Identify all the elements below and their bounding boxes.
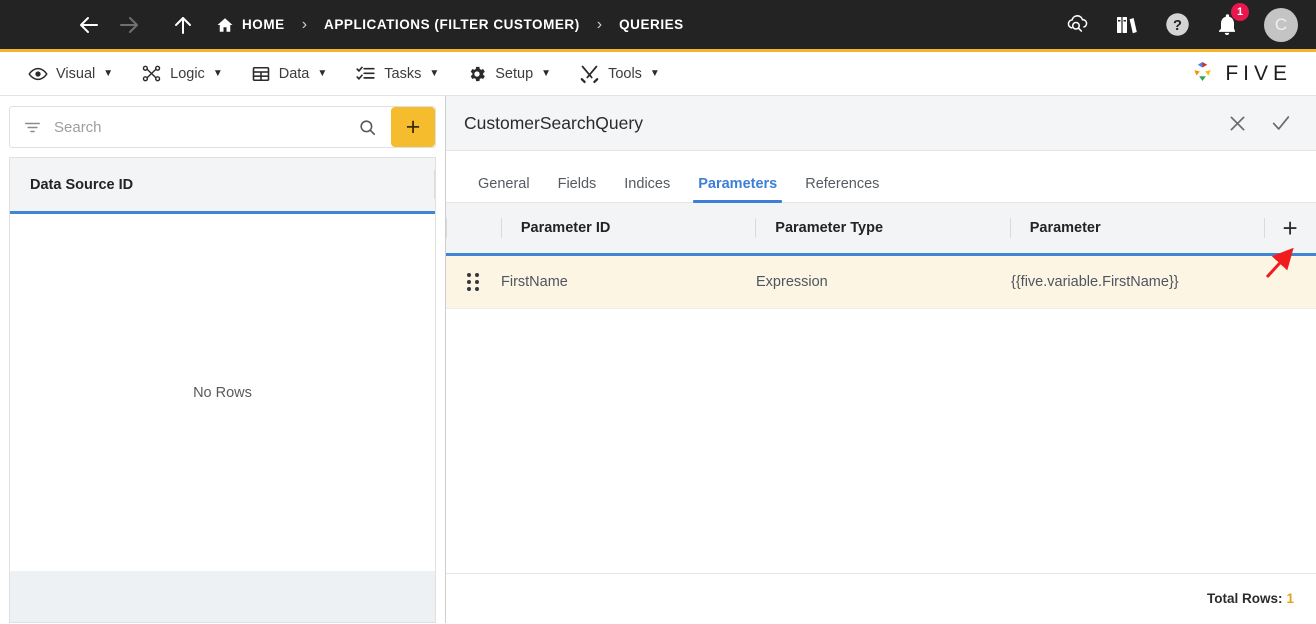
data-source-grid: Data Source ID No Rows	[9, 157, 436, 571]
breadcrumb-label-applications: APPLICATIONS (FILTER CUSTOMER)	[324, 17, 580, 32]
svg-text:?: ?	[1173, 18, 1182, 34]
cell-parameter[interactable]: {{five.variable.FirstName}}	[1011, 256, 1266, 308]
add-data-source-button[interactable]: +	[391, 107, 435, 147]
menu-label-logic: Logic	[170, 65, 205, 82]
table-empty-space	[446, 309, 1316, 573]
table-row[interactable]: FirstName Expression {{five.variable.Fir…	[446, 256, 1316, 309]
filter-icon[interactable]	[10, 118, 54, 137]
menu-label-setup: Setup	[495, 65, 534, 82]
breadcrumb-item-home[interactable]: HOME	[216, 16, 285, 34]
notification-badge: 1	[1231, 2, 1249, 21]
tab-fields[interactable]: Fields	[544, 176, 611, 202]
top-navigation-bar: HOME › APPLICATIONS (FILTER CUSTOMER) › …	[0, 0, 1316, 52]
menu-item-tasks[interactable]: Tasks ▼	[341, 52, 453, 95]
detail-panel: CustomerSearchQuery General Fields Indic…	[446, 96, 1316, 623]
forward-button[interactable]	[112, 8, 146, 42]
left-list-panel: + Data Source ID No Rows	[0, 96, 446, 623]
detail-header-actions	[1227, 112, 1298, 134]
column-header-parameter-id[interactable]: Parameter ID	[500, 203, 755, 253]
search-toolbar: +	[0, 96, 445, 157]
eye-icon	[28, 64, 48, 84]
page-title: CustomerSearchQuery	[464, 112, 643, 133]
chevron-down-icon: ▼	[317, 68, 328, 79]
menu-item-data[interactable]: Data ▼	[237, 52, 342, 95]
cell-parameter-type[interactable]: Expression	[756, 256, 1011, 308]
column-header-parameter-type[interactable]: Parameter Type	[755, 203, 1009, 253]
tools-icon	[579, 63, 600, 84]
app-root: HOME › APPLICATIONS (FILTER CUSTOMER) › …	[0, 0, 1316, 624]
breadcrumb-separator: ›	[301, 15, 308, 33]
gear-icon	[467, 64, 487, 84]
breadcrumb-item-queries[interactable]: QUERIES	[619, 17, 684, 32]
five-logo: FIVE	[1189, 58, 1302, 90]
chevron-down-icon: ▼	[541, 68, 552, 79]
menu-label-visual: Visual	[56, 65, 96, 82]
close-icon[interactable]	[1227, 113, 1248, 134]
chevron-down-icon: ▼	[429, 68, 440, 79]
checklist-icon	[355, 63, 376, 84]
menu-label-tools: Tools	[608, 65, 642, 82]
left-panel-footer	[9, 571, 436, 623]
add-parameter-row-button[interactable]: +	[1264, 203, 1316, 253]
breadcrumb: HOME › APPLICATIONS (FILTER CUSTOMER) › …	[216, 16, 684, 34]
menu-label-data: Data	[278, 65, 310, 82]
breadcrumb-label-home: HOME	[242, 17, 285, 32]
total-rows-label: Total Rows:	[1206, 591, 1283, 606]
total-rows-value: 1	[1286, 591, 1294, 606]
chevron-down-icon: ▼	[649, 68, 660, 79]
five-pinwheel-icon	[1189, 58, 1216, 90]
home-icon	[216, 16, 234, 34]
cell-parameter-id[interactable]: FirstName	[501, 256, 756, 308]
top-bar-actions: ? 1 C	[1062, 2, 1298, 42]
tab-parameters[interactable]: Parameters	[684, 176, 791, 203]
menu-item-visual[interactable]: Visual ▼	[14, 52, 127, 95]
avatar[interactable]: C	[1264, 7, 1298, 42]
menu-label-tasks: Tasks	[384, 65, 422, 82]
column-header-data-source-id[interactable]: Data Source ID	[10, 158, 435, 214]
menu-item-logic[interactable]: Logic ▼	[127, 52, 237, 95]
menu-item-tools[interactable]: Tools ▼	[565, 52, 674, 95]
table-grid-icon	[251, 64, 271, 84]
logic-flow-icon	[141, 63, 162, 84]
tab-general[interactable]: General	[464, 176, 544, 202]
search-input[interactable]	[54, 118, 346, 136]
cloud-search-icon[interactable]	[1062, 10, 1092, 40]
up-button[interactable]	[166, 8, 200, 42]
application-menu-bar: Visual ▼ Logic ▼ Data ▼ Tasks ▼ Setup ▼ …	[0, 52, 1316, 96]
chevron-down-icon: ▼	[103, 68, 114, 79]
column-header-handle	[446, 203, 501, 253]
breadcrumb-separator: ›	[596, 15, 603, 33]
search-box: +	[9, 106, 436, 148]
parameters-table-header: Parameter ID Parameter Type Parameter +	[446, 203, 1316, 256]
search-icon[interactable]	[346, 118, 389, 137]
tab-references[interactable]: References	[791, 176, 893, 202]
back-button[interactable]	[72, 8, 106, 42]
column-header-parameter[interactable]: Parameter	[1009, 203, 1264, 253]
five-wordmark: FIVE	[1225, 61, 1292, 85]
empty-state-message: No Rows	[10, 214, 435, 571]
chevron-down-icon: ▼	[212, 68, 223, 79]
hamburger-menu-icon[interactable]	[22, 17, 44, 33]
checkmark-icon[interactable]	[1270, 112, 1292, 134]
library-books-icon[interactable]	[1112, 10, 1142, 40]
detail-footer: Total Rows: 1	[446, 573, 1316, 623]
breadcrumb-item-applications[interactable]: APPLICATIONS (FILTER CUSTOMER)	[324, 17, 580, 32]
help-icon[interactable]: ?	[1162, 10, 1192, 40]
detail-header: CustomerSearchQuery	[446, 96, 1316, 151]
drag-handle-icon[interactable]	[446, 273, 501, 291]
main-content: + Data Source ID No Rows CustomerSearchQ…	[0, 96, 1316, 623]
detail-tabs: General Fields Indices Parameters Refere…	[446, 151, 1316, 203]
notifications-bell-icon[interactable]: 1	[1212, 2, 1249, 40]
tab-indices[interactable]: Indices	[610, 176, 684, 202]
menu-item-setup[interactable]: Setup ▼	[453, 52, 565, 95]
breadcrumb-label-queries: QUERIES	[619, 17, 684, 32]
